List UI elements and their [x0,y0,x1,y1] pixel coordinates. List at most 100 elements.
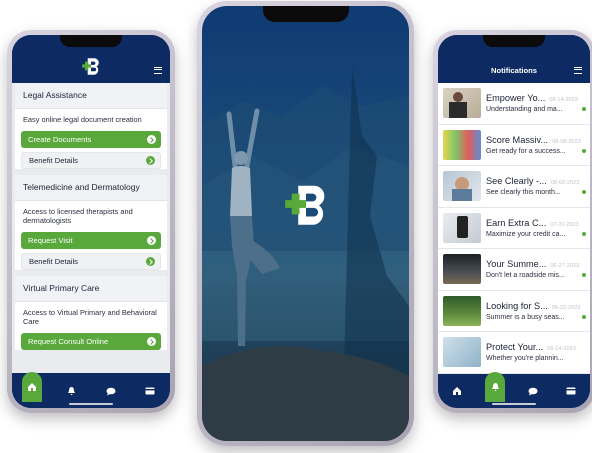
benefit-details-button[interactable]: Benefit Details [21,252,161,270]
page-title: Notifications [491,66,537,75]
notification-thumbnail [443,88,481,119]
unread-dot-icon [582,190,586,194]
button-label: Benefit Details [29,155,78,165]
service-card-primary-care: Virtual Primary Care Access to Virtual P… [15,275,167,350]
notification-body: See clearly this month... [486,189,561,197]
notification-item[interactable]: See Clearly -... 08-02-2023 See clearly th… [438,166,590,208]
phone-notifications: Notifications Empower Yo... 08-14-2023 Und… [433,30,592,413]
notification-title: Empower Yo... [486,93,546,104]
phone-notch [262,6,349,22]
request-consult-button[interactable]: Request Consult Online [21,332,161,350]
notification-body: Whether you're plannin... [486,355,564,363]
arrow-right-icon [147,336,156,346]
brand-logo-icon [82,58,99,75]
notification-thumbnail [443,254,481,285]
notification-title: Score Massiv... [486,134,549,145]
notification-thumbnail [443,129,481,160]
notification-body: Don't let a roadside mis... [486,272,565,280]
chat-icon [106,387,116,395]
notification-thumbnail [443,295,481,326]
notification-item[interactable]: Earn Extra C... 07-31-2023 Maximize your c… [438,208,590,249]
tab-card[interactable] [561,381,581,401]
service-title: Virtual Primary Care [15,275,167,302]
tab-chat[interactable] [101,381,121,401]
notifications-screen: Notifications Empower Yo... 08-14-2023 Und… [438,35,590,408]
button-label: Request Visit [28,235,73,245]
notification-date: 08-02-2023 [550,180,580,187]
notification-title: Looking for S... [486,300,548,311]
notification-item[interactable]: Empower Yo... 08-14-2023 Understanding and… [438,83,590,125]
phone-notch [483,35,545,47]
chat-icon [528,387,538,395]
unread-dot-icon [582,273,586,277]
home-icon [453,387,461,395]
hamburger-menu-icon[interactable] [574,67,582,74]
notification-thumbnail [443,337,481,368]
services-screen: Legal Assistance Easy online legal docum… [12,35,170,408]
hamburger-menu-icon[interactable] [154,67,162,74]
splash-screen [202,6,409,441]
button-label: Create Documents [28,134,92,144]
notification-item[interactable]: Score Massiv... 08-08-2023 Get ready for a… [438,125,590,166]
notification-title: Your Summe... [486,259,547,270]
button-label: Benefit Details [29,256,78,266]
brand-logo-icon [284,185,324,225]
service-description: Access to licensed therapists and dermat… [23,206,133,226]
notification-body: Maximize your credit ca... [486,230,566,238]
service-description: Easy online legal document creation [23,115,142,124]
benefit-details-button[interactable]: Benefit Details [21,151,161,169]
notification-date: 08-08-2023 [552,138,581,145]
service-card-telemedicine: Telemedicine and Dermatology Access to l… [15,174,167,270]
notification-list: Empower Yo... 08-14-2023 Understanding and… [438,83,590,374]
tab-card[interactable] [140,381,160,401]
phone-notch [60,35,122,47]
notification-title: See Clearly -... [486,176,547,187]
unread-dot-icon [582,314,586,319]
notification-date: 06-27-2023 [550,263,580,270]
arrow-right-icon [146,256,155,266]
service-title: Legal Assistance [15,83,167,109]
notification-body: Summer is a busy seas... [486,313,565,321]
service-card-legal: Legal Assistance Easy online legal docum… [15,83,167,169]
home-icon [27,383,36,391]
notification-thumbnail [443,171,481,202]
notification-item[interactable]: Your Summe... 06-27-2023 Don't let a roads… [438,249,590,291]
notification-date: 08-14-2023 [549,97,578,104]
notification-thumbnail [443,212,481,243]
card-icon [566,387,576,395]
card-icon [145,387,155,395]
button-label: Request Consult Online [28,336,109,346]
notification-item[interactable]: Protect Your... 06-14-2023 Whether you're … [438,332,590,374]
bottom-tab-bar [438,372,590,408]
arrow-right-icon [146,155,155,165]
tab-notifications[interactable] [485,372,505,402]
notification-date: 06-14-2023 [547,346,576,353]
tab-home[interactable] [447,381,467,401]
tab-home[interactable] [21,372,42,402]
services-list: Legal Assistance Easy online legal docum… [12,83,170,373]
notification-date: 07-31-2023 [550,221,579,228]
unread-dot-icon [582,231,586,236]
notification-title: Earn Extra C... [486,217,547,228]
bell-icon [67,387,75,395]
service-title: Telemedicine and Dermatology [15,174,167,201]
arrow-right-icon [147,134,156,144]
tab-notifications[interactable] [61,381,81,401]
home-indicator [69,403,113,405]
unread-dot-icon [582,148,586,153]
arrow-right-icon [147,235,156,245]
bottom-tab-bar [12,372,170,408]
phone-splash [197,1,414,446]
notification-item[interactable]: Looking for S... 06-22-2023 Summer is a bu… [438,291,590,332]
create-documents-button[interactable]: Create Documents [21,130,161,148]
phone-services: Legal Assistance Easy online legal docum… [7,30,175,413]
home-indicator [492,403,536,405]
notification-title: Protect Your... [486,342,544,353]
notification-body: Understanding and ma... [486,106,563,114]
unread-dot-icon [582,107,586,111]
tab-chat[interactable] [523,381,543,401]
bell-icon [491,383,499,391]
notification-body: Get ready for a success... [486,147,566,155]
notification-date: 06-22-2023 [551,304,581,311]
request-visit-button[interactable]: Request Visit [21,231,161,249]
